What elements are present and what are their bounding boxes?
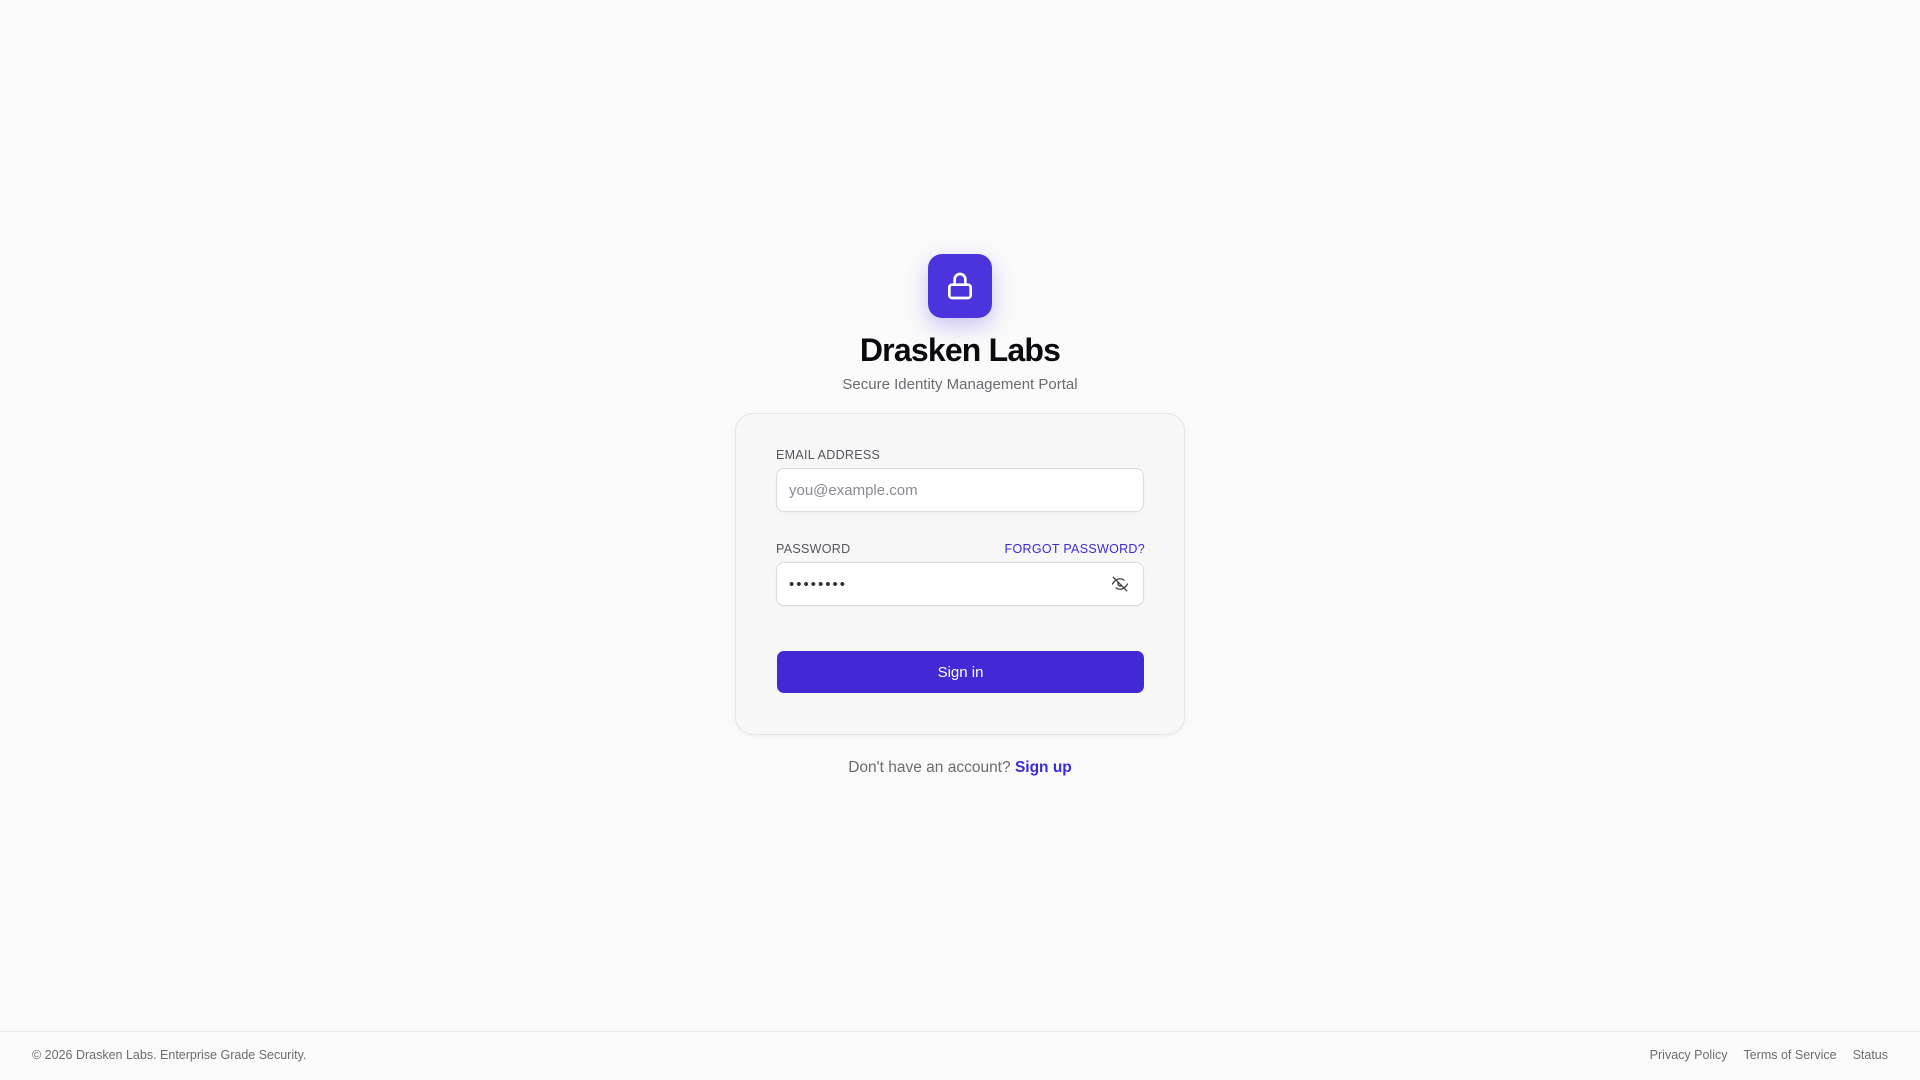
- footer-copyright: © 2026 Drasken Labs. Enterprise Grade Se…: [32, 1048, 307, 1062]
- app-subtitle: Secure Identity Management Portal: [842, 376, 1078, 393]
- sign-up-link[interactable]: Sign up: [1015, 759, 1072, 776]
- lock-icon: [948, 272, 972, 300]
- logo-tile: [928, 254, 992, 318]
- forgot-password-link[interactable]: FORGOT PASSWORD?: [1005, 541, 1145, 557]
- password-label: PASSWORD: [776, 542, 851, 556]
- eye-off-icon: [1111, 576, 1129, 592]
- signup-prompt-text: Don't have an account?: [848, 759, 1011, 776]
- footer-links: Privacy Policy Terms of Service Status: [1650, 1048, 1888, 1062]
- sign-in-button[interactable]: Sign in: [777, 651, 1144, 693]
- email-label: EMAIL ADDRESS: [776, 448, 881, 462]
- privacy-policy-link[interactable]: Privacy Policy: [1650, 1048, 1728, 1062]
- login-card: EMAIL ADDRESS PASSWORD FORGOT PASSWORD? …: [735, 413, 1185, 735]
- toggle-password-visibility-button[interactable]: [1109, 573, 1131, 595]
- email-field-container: [776, 468, 1144, 512]
- signup-prompt-line: Don't have an account? Sign up: [0, 758, 1920, 778]
- email-field[interactable]: [789, 481, 1131, 499]
- password-field[interactable]: [789, 575, 1109, 593]
- brand-header: Drasken Labs Secure Identity Management …: [0, 254, 1920, 395]
- status-link[interactable]: Status: [1853, 1048, 1888, 1062]
- terms-of-service-link[interactable]: Terms of Service: [1743, 1048, 1836, 1062]
- password-field-container: [776, 562, 1144, 606]
- footer: © 2026 Drasken Labs. Enterprise Grade Se…: [0, 1031, 1920, 1080]
- app-title: Drasken Labs: [859, 332, 1061, 368]
